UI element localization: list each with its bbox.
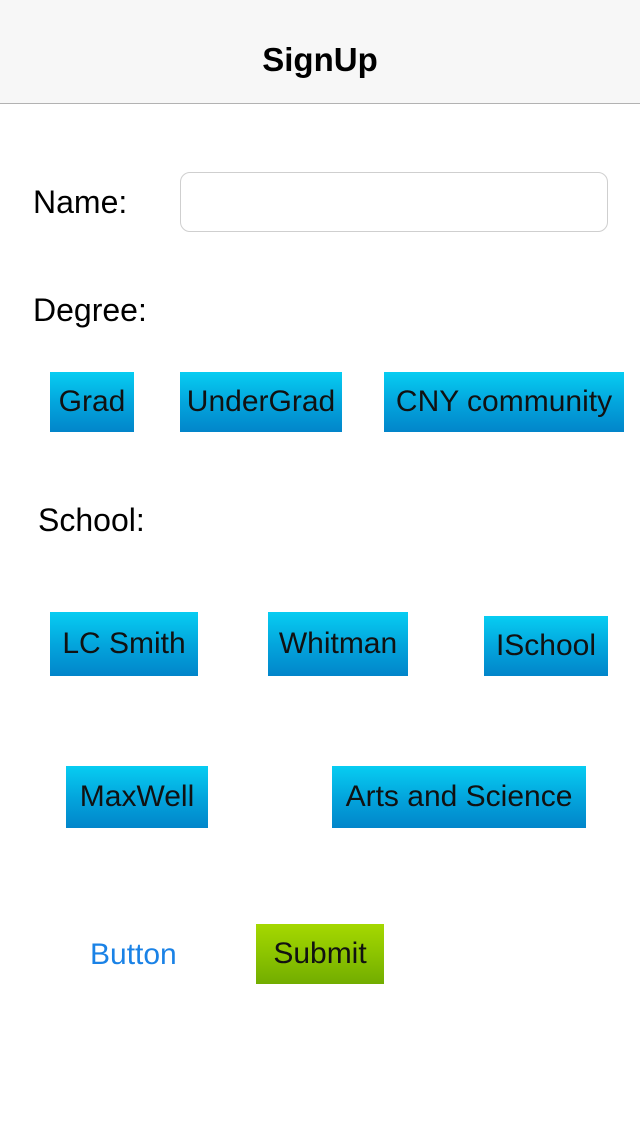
status-bar (0, 0, 640, 16)
school-label: School: (38, 502, 145, 538)
signup-screen: SignUp Name: Degree: Grad UnderGrad CNY … (0, 0, 640, 1136)
undergrad-button[interactable]: UnderGrad (180, 372, 342, 432)
cny-community-button[interactable]: CNY community (384, 372, 624, 432)
lc-smith-button[interactable]: LC Smith (50, 612, 198, 676)
maxwell-button[interactable]: MaxWell (66, 766, 208, 828)
name-input[interactable] (180, 172, 608, 232)
degree-label: Degree: (33, 292, 147, 328)
arts-and-science-button[interactable]: Arts and Science (332, 766, 586, 828)
navigation-bar: SignUp (0, 16, 640, 104)
page-title: SignUp (262, 41, 378, 78)
name-label: Name: (33, 184, 128, 220)
ischool-button[interactable]: ISchool (484, 616, 608, 676)
submit-button[interactable]: Submit (256, 924, 384, 984)
whitman-button[interactable]: Whitman (268, 612, 408, 676)
grad-button[interactable]: Grad (50, 372, 134, 432)
generic-button[interactable]: Button (90, 935, 177, 975)
